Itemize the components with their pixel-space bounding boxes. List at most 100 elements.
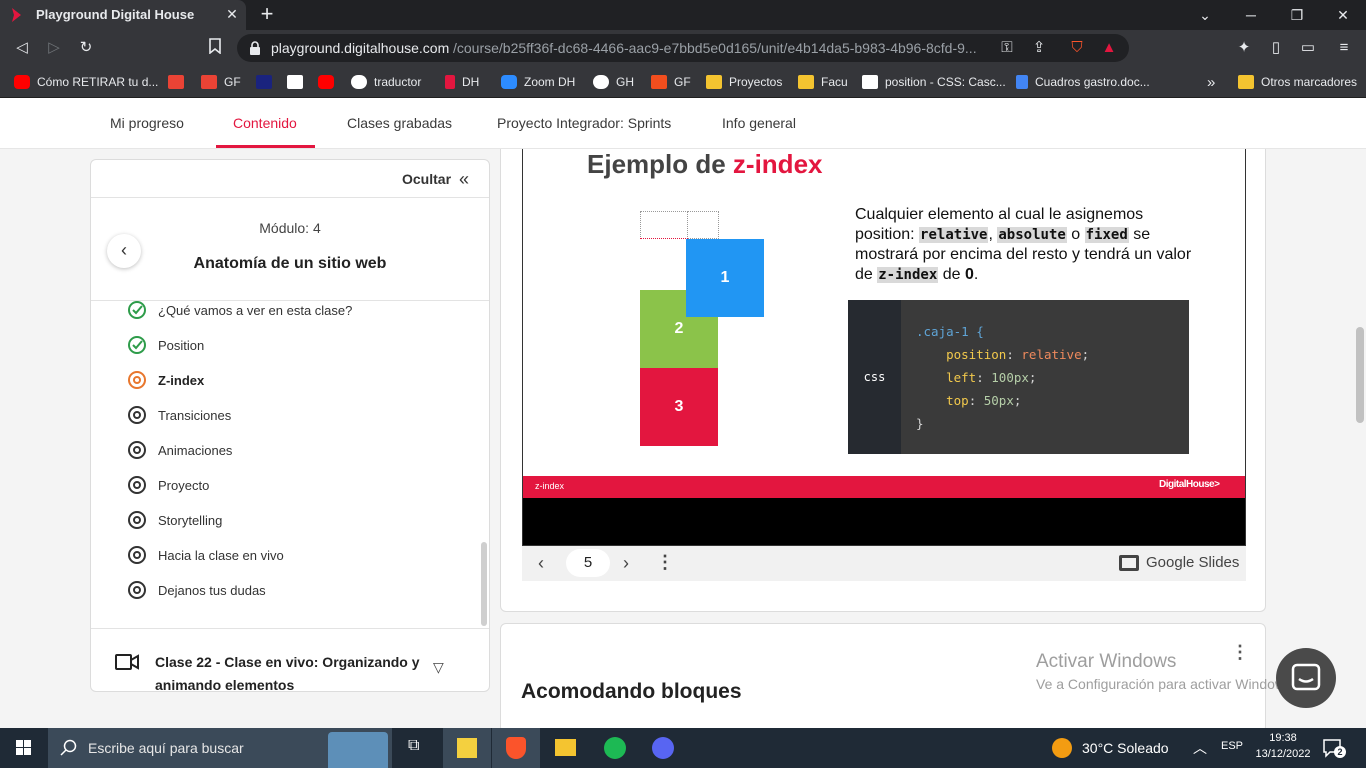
new-tab-button[interactable]: + [257,3,277,25]
reload-icon[interactable]: ↻ [76,38,96,58]
bookmark-item[interactable]: Cuadros gastro.doc... [1016,73,1150,91]
slide-explanation: Cualquier elemento al cual le asignemos … [855,206,1192,283]
bookmark-item[interactable]: GF [651,73,691,91]
lesson-item[interactable]: Transiciones [127,404,231,426]
nav-clases-grabadas[interactable]: Clases grabadas [347,115,452,131]
lesson-item[interactable]: Storytelling [127,509,222,531]
tab-search-icon[interactable]: ⌄ [1190,4,1220,26]
back-icon[interactable]: ◁ [12,38,32,58]
lesson-item[interactable]: Position [127,334,204,356]
brave-shield-icon[interactable]: ⛉ [1067,38,1087,58]
share-icon[interactable]: ⇪ [1029,38,1049,58]
double-chevron-left-icon[interactable]: « [459,169,469,190]
bookmark-item[interactable]: Proyectos [706,73,782,91]
site-icon [256,75,272,89]
gmail-icon [168,75,184,89]
box-1: 1 [686,239,764,317]
lesson-label: Storytelling [158,512,223,528]
lesson-item-current[interactable]: Z-index [127,369,204,391]
previous-slide-icon[interactable]: ‹ [538,553,544,574]
weather-widget[interactable]: 30°C Soleado [1052,738,1169,758]
tab-close-icon[interactable]: ✕ [224,6,240,22]
zoom-icon [501,75,517,89]
clock-date[interactable]: 13/12/2022 [1254,748,1312,760]
language-indicator[interactable]: ESP [1221,740,1243,752]
sidebar-toggle-icon[interactable]: ▯ [1266,38,1286,58]
next-slide-icon[interactable]: › [623,553,629,574]
lesson-item[interactable]: Hacia la clase en vivo [127,544,284,566]
forward-icon[interactable]: ▷ [44,38,64,58]
module-sidebar: Ocultar « ‹ Módulo: 4 Anatomía de un sit… [90,159,490,692]
notifications-button[interactable]: 2 [1322,738,1346,758]
lesson-item[interactable]: Dejanos tus dudas [127,579,266,601]
minimize-button[interactable]: ─ [1236,4,1266,26]
other-bookmarks[interactable]: Otros marcadores [1238,73,1357,91]
extensions-icon[interactable]: ✦ [1234,38,1254,58]
taskbar-sticky-notes[interactable] [443,728,491,768]
more-options-icon[interactable]: ⋮ [1231,642,1249,663]
bookmark-item[interactable] [168,73,191,91]
gmail-icon [201,75,217,89]
start-button[interactable] [0,728,48,768]
brave-rewards-icon[interactable]: ▲ [1099,38,1119,58]
nav-active-indicator [216,145,315,148]
bookmark-item[interactable]: traductor [351,73,421,91]
google-icon [351,75,367,89]
check-circle-icon [128,301,146,319]
address-bar[interactable]: playground.digitalhouse.com /course/b25f… [237,34,1129,62]
url-path: /course/b25ff36f-dc68-4466-aac9-e7bbd5e0… [453,40,977,56]
folder-icon [706,75,722,89]
slide-page-number[interactable]: 5 [566,549,610,577]
taskbar-spotify[interactable] [590,728,638,768]
sticky-notes-icon [457,738,477,758]
nav-contenido[interactable]: Contenido [233,115,297,131]
restore-button[interactable]: ❐ [1282,4,1312,26]
bookmark-item[interactable]: position - CSS: Casc... [862,73,1006,91]
close-window-button[interactable]: ✕ [1328,4,1358,26]
bookmark-item[interactable]: GF [201,73,241,91]
next-class-row[interactable]: Clase 22 - Clase en vivo: Organizando y … [91,628,489,691]
bookmark-item[interactable] [287,73,310,91]
chevron-up-icon[interactable]: ︿ [1193,738,1207,758]
lesson-item[interactable]: Animaciones [127,439,232,461]
taskbar-discord[interactable] [639,728,687,768]
nav-mi-progreso[interactable]: Mi progreso [110,115,184,131]
bookmark-item[interactable]: GH [593,73,634,91]
bookmark-item[interactable] [318,73,341,91]
chevron-down-icon[interactable]: ▽ [433,659,444,676]
slide-canvas: Ejemplo de z-index 2 3 1 Cualquier eleme… [522,149,1246,546]
sidebar-scrollbar[interactable] [481,542,487,626]
google-slides-link[interactable]: Google Slides [1146,554,1239,571]
youtube-icon [318,75,334,89]
hide-sidebar-label[interactable]: Ocultar [402,171,451,187]
more-bookmarks-button[interactable]: » [1207,73,1215,91]
lesson-item[interactable]: ¿Qué vamos a ver en esta clase? [127,299,352,321]
browser-tab[interactable]: Playground Digital House ✕ [0,0,246,30]
taskbar-file-explorer[interactable] [541,728,589,768]
task-view-button[interactable]: ⧉ [394,728,442,768]
key-icon[interactable]: ⚿ [997,38,1017,58]
taskbar-search[interactable]: Escribe aquí para buscar [48,728,392,768]
menu-icon[interactable]: ≡ [1334,38,1354,58]
lesson-label: Animaciones [158,442,233,458]
lesson-item[interactable]: Proyecto [127,474,209,496]
module-title: Anatomía de un sitio web [193,255,387,272]
bookmark-item[interactable]: DH [445,73,479,91]
code-language: css [863,370,886,384]
bookmark-item[interactable]: Facu [798,73,848,91]
clock-time[interactable]: 19:38 [1258,732,1308,744]
chat-button[interactable] [1276,648,1336,708]
bookmark-item[interactable]: Cómo RETIRAR tu d... [14,73,158,91]
bookmark-icon[interactable] [205,38,225,58]
box-guide [687,211,719,239]
bookmark-item[interactable] [256,73,279,91]
google-slides-icon[interactable] [1119,555,1139,571]
more-options-icon[interactable]: ⋮ [656,552,674,573]
taskbar-brave[interactable] [492,728,540,768]
hide-sidebar-row[interactable]: Ocultar « [91,160,489,198]
bookmark-item[interactable]: Zoom DH [501,73,575,91]
nav-info-general[interactable]: Info general [722,115,796,131]
wallet-icon[interactable]: ▭ [1298,38,1318,58]
page-scrollbar[interactable] [1356,327,1364,423]
nav-proyecto-integrador[interactable]: Proyecto Integrador: Sprints [497,115,671,131]
